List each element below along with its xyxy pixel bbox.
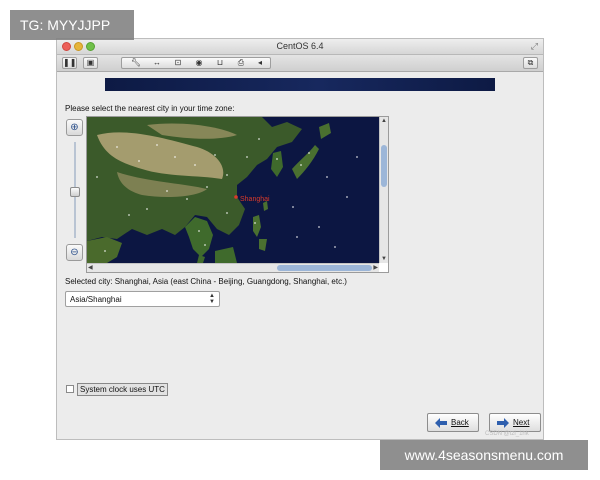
- watermark-text: CSDN @tzl_1hk: [485, 431, 529, 437]
- timezone-prompt: Please select the nearest city in your t…: [65, 104, 235, 113]
- collapse-arrow-icon[interactable]: ◂: [250, 58, 270, 68]
- next-button[interactable]: Next: [489, 413, 541, 432]
- device-toolbar-group: 🔧︎ ↔ ⊡ ◉ ⊔ ⎙ ◂: [121, 57, 271, 69]
- map-city-label: Shanghai: [240, 196, 270, 203]
- next-arrow-icon: [497, 418, 509, 428]
- scroll-left-icon[interactable]: ◀: [88, 264, 93, 272]
- vm-window: CentOS 6.4 ⤢ ❚❚ ▣ 🔧︎ ↔ ⊡ ◉ ⊔ ⎙ ◂ ⧉ Pleas…: [56, 38, 544, 440]
- zoom-slider-handle[interactable]: [70, 187, 80, 197]
- scroll-up-icon[interactable]: ▲: [381, 117, 387, 125]
- map-vertical-scroll-thumb[interactable]: [381, 145, 387, 187]
- overlay-label-top-left: TG: MYYJJPP: [10, 10, 134, 40]
- next-button-label: Next: [513, 418, 530, 427]
- scroll-right-icon[interactable]: ▶: [373, 264, 378, 272]
- disk-icon[interactable]: ⊡: [168, 58, 188, 68]
- selected-city-text: Selected city: Shanghai, Asia (east Chin…: [65, 277, 347, 286]
- back-button[interactable]: Back: [427, 413, 479, 432]
- back-arrow-icon: [435, 418, 447, 428]
- zoom-out-icon[interactable]: ⊖: [66, 244, 83, 261]
- vm-toolbar: ❚❚ ▣ 🔧︎ ↔ ⊡ ◉ ⊔ ⎙ ◂ ⧉: [57, 55, 543, 72]
- trash-icon[interactable]: ⊔: [210, 58, 230, 68]
- timezone-map-frame: Shanghai ▲ ▼ ◀ ▶: [86, 116, 389, 273]
- utc-checkbox-label[interactable]: System clock uses UTC: [77, 383, 168, 396]
- optical-icon[interactable]: ◉: [189, 58, 209, 68]
- world-map-graphic: Shanghai: [87, 117, 379, 263]
- select-arrows-icon: ▲ ▼: [209, 293, 215, 305]
- window-title: CentOS 6.4: [276, 41, 324, 51]
- printer-icon[interactable]: ⎙: [231, 58, 251, 68]
- timezone-select[interactable]: Asia/Shanghai ▲ ▼: [65, 291, 220, 307]
- timezone-select-value: Asia/Shanghai: [70, 295, 122, 304]
- map-horizontal-scrollbar[interactable]: ◀ ▶: [87, 263, 379, 272]
- resize-icon[interactable]: ⤢: [531, 41, 538, 52]
- wrench-icon[interactable]: 🔧︎: [126, 58, 146, 68]
- map-vertical-scrollbar[interactable]: ▲ ▼: [379, 117, 388, 263]
- utc-checkbox[interactable]: [66, 385, 74, 393]
- overlay-label-bottom-right: www.4seasonsmenu.com: [380, 440, 588, 470]
- scroll-down-icon[interactable]: ▼: [381, 255, 387, 263]
- map-horizontal-scroll-thumb[interactable]: [277, 265, 372, 271]
- zoom-in-icon[interactable]: ⊕: [66, 119, 83, 136]
- timezone-map[interactable]: Shanghai: [87, 117, 379, 263]
- display-icon[interactable]: ▣: [83, 57, 98, 69]
- installer-banner: [105, 78, 495, 91]
- network-icon[interactable]: ↔: [147, 58, 167, 68]
- title-bar: CentOS 6.4 ⤢: [57, 39, 543, 55]
- back-button-label: Back: [451, 418, 469, 427]
- fullscreen-icon[interactable]: ⧉: [523, 57, 538, 69]
- pause-icon[interactable]: ❚❚: [62, 57, 77, 69]
- selected-city-marker[interactable]: [234, 195, 238, 199]
